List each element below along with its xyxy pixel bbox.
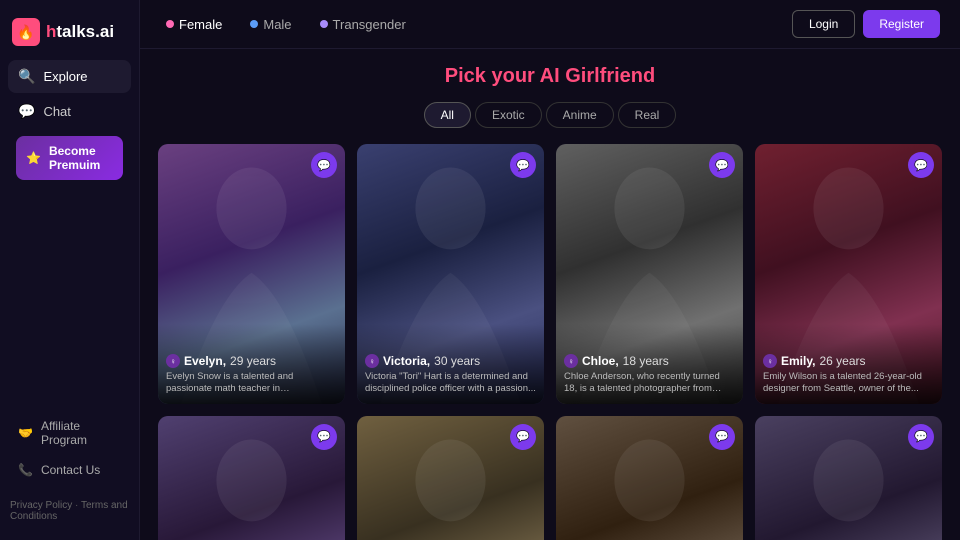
gender-selector: Female Male Transgender: [160, 13, 778, 36]
card-chloe[interactable]: 💬 ♀ Chloe, 18 years Chloe Anderson, who …: [556, 144, 743, 404]
female-label: Female: [179, 17, 222, 32]
card-overlay-evelyn: ♀ Evelyn, 29 years Evelyn Snow is a tale…: [158, 324, 345, 404]
male-dot: [250, 20, 258, 28]
logo: 🔥 htalks.ai: [0, 10, 139, 60]
card-name-icon-emily: ♀: [763, 354, 777, 368]
premium-label: Become Premuim: [49, 144, 113, 172]
sidebar-item-contact[interactable]: 📞 Contact Us: [8, 456, 131, 484]
cards-grid: 💬 ♀ Evelyn, 29 years Evelyn Snow is a ta…: [158, 144, 942, 540]
content-area: Pick your AI Girlfriend All Exotic Anime…: [140, 49, 960, 540]
card-age-emily: 26 years: [819, 354, 865, 368]
logo-talks: talks.ai: [56, 22, 114, 41]
topbar: Female Male Transgender Login Register: [140, 0, 960, 49]
card-desc-emily: Emily Wilson is a talented 26-year-old d…: [763, 371, 934, 396]
sidebar-item-chat-label: Chat: [43, 104, 70, 119]
card-name-evelyn: ♀ Evelyn, 29 years: [166, 354, 337, 368]
register-button[interactable]: Register: [863, 10, 940, 38]
card-lily[interactable]: 💬 ♀ Lily, 37 years Lilja Carter, a 37-ye…: [158, 416, 345, 540]
card-chat-btn-chloe[interactable]: 💬: [709, 152, 735, 178]
card-name-text-victoria: Victoria,: [383, 354, 430, 368]
card-desc-victoria: Victoria "Tori" Hart is a determined and…: [365, 371, 536, 396]
sidebar-item-explore[interactable]: 🔍 Explore: [8, 60, 131, 93]
card-desc-evelyn: Evelyn Snow is a talented and passionate…: [166, 371, 337, 396]
card-name-icon-evelyn: ♀: [166, 354, 180, 368]
card-overlay-chloe: ♀ Chloe, 18 years Chloe Anderson, who re…: [556, 324, 743, 404]
gender-male[interactable]: Male: [244, 13, 297, 36]
card-name-victoria: ♀ Victoria, 30 years: [365, 354, 536, 368]
affiliate-label: Affiliate Program: [41, 419, 121, 447]
card-name-text-evelyn: Evelyn,: [184, 354, 226, 368]
card-desc-chloe: Chloe Anderson, who recently turned 18, …: [564, 371, 735, 396]
filter-all[interactable]: All: [424, 102, 471, 128]
card-chat-btn-rebecca[interactable]: 💬: [908, 424, 934, 450]
sidebar-footer: Privacy Policy · Terms and Conditions: [0, 492, 139, 530]
sidebar-item-premium[interactable]: ⭐ Become Premuim: [16, 136, 123, 180]
card-chat-btn-jessica[interactable]: 💬: [510, 424, 536, 450]
logo-icon: 🔥: [12, 18, 40, 46]
page-title-accent: Girlfriend: [565, 65, 655, 87]
card-age-victoria: 30 years: [434, 354, 480, 368]
gender-female[interactable]: Female: [160, 13, 228, 36]
sidebar-nav: 🔍 Explore 💬 Chat ⭐ Become Premuim: [0, 60, 139, 404]
card-chat-btn-lily[interactable]: 💬: [311, 424, 337, 450]
privacy-link[interactable]: Privacy Policy: [10, 500, 72, 511]
affiliate-icon: 🤝: [18, 426, 33, 440]
card-chat-btn-ana[interactable]: 💬: [709, 424, 735, 450]
card-chat-btn-emily[interactable]: 💬: [908, 152, 934, 178]
card-age-chloe: 18 years: [623, 354, 669, 368]
card-victoria[interactable]: 💬 ♀ Victoria, 30 years Victoria "Tori" H…: [357, 144, 544, 404]
card-name-icon-chloe: ♀: [564, 354, 578, 368]
card-chat-btn-evelyn[interactable]: 💬: [311, 152, 337, 178]
main-area: Female Male Transgender Login Register P…: [140, 0, 960, 540]
sidebar-item-explore-label: Explore: [43, 69, 87, 84]
card-chat-btn-victoria[interactable]: 💬: [510, 152, 536, 178]
card-overlay-emily: ♀ Emily, 26 years Emily Wilson is a tale…: [755, 324, 942, 404]
card-ana[interactable]: 💬 ♀ Ana, 18 years Ana is a sexy student …: [556, 416, 743, 540]
trans-label: Transgender: [333, 17, 406, 32]
card-jessica[interactable]: 💬 ♀ Jessica, 42 years Jessica the owner …: [357, 416, 544, 540]
filter-tabs: All Exotic Anime Real: [158, 102, 942, 128]
sidebar-item-chat[interactable]: 💬 Chat: [8, 95, 131, 128]
trans-dot: [320, 20, 328, 28]
login-button[interactable]: Login: [792, 10, 855, 38]
gender-transgender[interactable]: Transgender: [314, 13, 412, 36]
card-name-text-chloe: Chloe,: [582, 354, 619, 368]
contact-label: Contact Us: [41, 463, 100, 477]
sidebar-bottom: 🤝 Affiliate Program 📞 Contact Us: [0, 404, 139, 492]
card-age-evelyn: 29 years: [230, 354, 276, 368]
card-emily[interactable]: 💬 ♀ Emily, 26 years Emily Wilson is a ta…: [755, 144, 942, 404]
page-title-text: Pick your AI: [445, 65, 565, 87]
premium-icon: ⭐: [26, 151, 41, 165]
male-label: Male: [263, 17, 291, 32]
sidebar: 🔥 htalks.ai 🔍 Explore 💬 Chat ⭐ Become Pr…: [0, 0, 140, 540]
logo-text: htalks.ai: [46, 22, 114, 42]
card-name-emily: ♀ Emily, 26 years: [763, 354, 934, 368]
card-rebecca[interactable]: 💬 ♀ Rebecca, 25 years Rebecca is a young…: [755, 416, 942, 540]
filter-anime[interactable]: Anime: [546, 102, 614, 128]
card-evelyn[interactable]: 💬 ♀ Evelyn, 29 years Evelyn Snow is a ta…: [158, 144, 345, 404]
card-name-text-emily: Emily,: [781, 354, 815, 368]
female-dot: [166, 20, 174, 28]
filter-real[interactable]: Real: [618, 102, 677, 128]
filter-exotic[interactable]: Exotic: [475, 102, 542, 128]
card-name-chloe: ♀ Chloe, 18 years: [564, 354, 735, 368]
card-overlay-victoria: ♀ Victoria, 30 years Victoria "Tori" Har…: [357, 324, 544, 404]
logo-hot: h: [46, 22, 56, 41]
card-name-icon-victoria: ♀: [365, 354, 379, 368]
auth-buttons: Login Register: [792, 10, 940, 38]
explore-icon: 🔍: [18, 68, 35, 85]
page-title: Pick your AI Girlfriend: [158, 65, 942, 88]
sidebar-item-affiliate[interactable]: 🤝 Affiliate Program: [8, 412, 131, 454]
chat-icon: 💬: [18, 103, 35, 120]
contact-icon: 📞: [18, 463, 33, 477]
